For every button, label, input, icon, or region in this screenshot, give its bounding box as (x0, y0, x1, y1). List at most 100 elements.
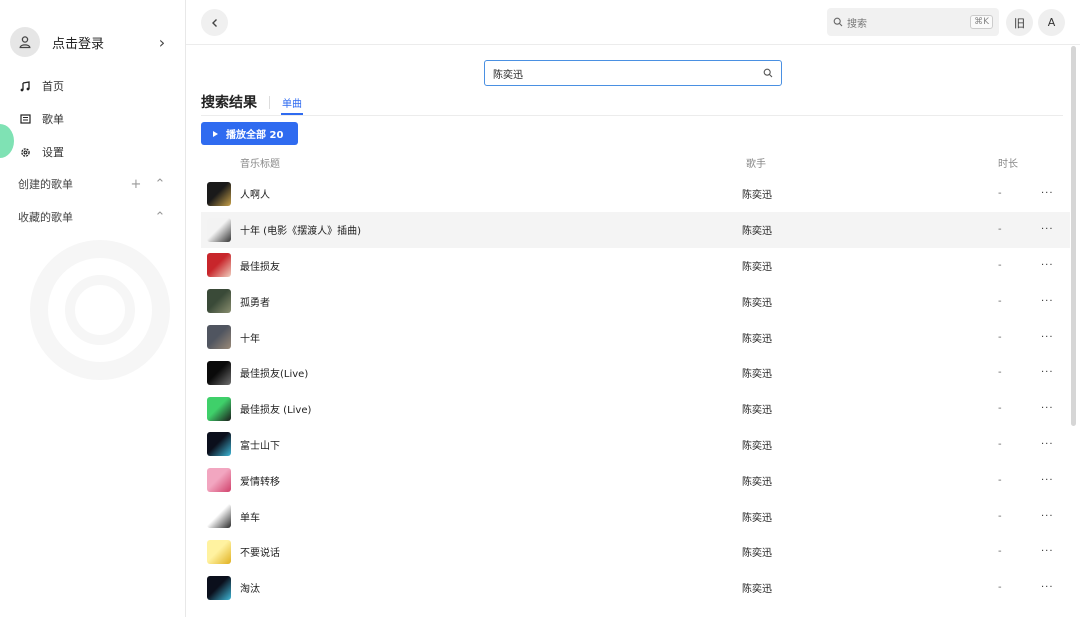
created-playlists-header[interactable]: 创建的歌单 + ⌃ (18, 175, 168, 193)
song-row[interactable]: 淘汰 陈奕迅 - ··· (201, 570, 1070, 606)
song-title[interactable]: 孤勇者 (240, 294, 270, 309)
song-title[interactable]: 最佳损友(Live) (240, 365, 308, 380)
song-artist[interactable]: 陈奕迅 (742, 365, 772, 380)
list-icon (18, 112, 32, 126)
album-cover[interactable] (207, 217, 231, 242)
song-duration: - (998, 331, 1002, 343)
play-all-button[interactable]: 播放全部 20 (201, 122, 298, 145)
more-options-icon[interactable]: ··· (1041, 296, 1054, 307)
song-duration: - (998, 295, 1002, 307)
old-version-button[interactable]: 旧 (1006, 9, 1033, 36)
song-duration: - (998, 474, 1002, 486)
top-search-field[interactable]: 搜索 ⌘K (827, 8, 999, 36)
song-row[interactable]: 最佳损友(Live) 陈奕迅 - ··· (201, 355, 1070, 391)
song-row[interactable]: 最佳损友 陈奕迅 - ··· (201, 248, 1070, 284)
album-cover[interactable] (207, 253, 231, 278)
column-header-artist: 歌手 (746, 159, 766, 170)
album-cover[interactable] (207, 181, 231, 206)
more-options-icon[interactable]: ··· (1041, 475, 1054, 486)
more-options-icon[interactable]: ··· (1041, 582, 1054, 593)
sidebar-item-home[interactable]: 首页 (18, 75, 178, 97)
song-row[interactable]: 十年 陈奕迅 - ··· (201, 319, 1070, 355)
sidebar-item-playlists[interactable]: 歌单 (18, 108, 178, 130)
song-title[interactable]: 淘汰 (240, 580, 260, 595)
song-title[interactable]: 不要说话 (240, 544, 280, 559)
song-title[interactable]: 最佳损友 (Live) (240, 401, 311, 416)
song-artist[interactable]: 陈奕迅 (742, 401, 772, 416)
more-options-icon[interactable]: ··· (1041, 332, 1054, 343)
more-options-icon[interactable]: ··· (1041, 260, 1054, 271)
song-artist[interactable]: 陈奕迅 (742, 294, 772, 309)
song-artist[interactable]: 陈奕迅 (742, 473, 772, 488)
song-row[interactable]: 十年 (电影《摆渡人》插曲) 陈奕迅 - ··· (201, 211, 1070, 248)
song-row[interactable]: 单车 陈奕迅 - ··· (201, 498, 1070, 534)
more-options-icon[interactable]: ··· (1041, 439, 1054, 450)
song-duration: - (998, 224, 1002, 236)
song-title[interactable]: 十年 (电影《摆渡人》插曲) (240, 222, 361, 237)
album-cover[interactable] (207, 325, 231, 350)
album-cover[interactable] (207, 504, 231, 529)
main-search-field[interactable] (484, 60, 782, 86)
song-duration: - (998, 403, 1002, 415)
album-cover[interactable] (207, 289, 231, 314)
search-icon[interactable] (763, 68, 773, 78)
music-note-icon (18, 79, 32, 93)
song-artist[interactable]: 陈奕迅 (742, 544, 772, 559)
song-row[interactable]: 爱情转移 陈奕迅 - ··· (201, 462, 1070, 498)
sidebar-item-settings[interactable]: 设置 (18, 141, 178, 163)
tab-single[interactable]: 单曲 (282, 95, 302, 110)
song-artist[interactable]: 陈奕迅 (742, 330, 772, 345)
song-title[interactable]: 最佳损友 (240, 258, 280, 273)
divider (201, 115, 1063, 116)
more-options-icon[interactable]: ··· (1041, 224, 1054, 235)
shortcut-badge: ⌘K (970, 15, 993, 29)
song-title[interactable]: 单车 (240, 509, 260, 524)
scrollbar[interactable] (1071, 46, 1076, 426)
song-duration: - (998, 188, 1002, 200)
more-options-icon[interactable]: ··· (1041, 188, 1054, 199)
song-title[interactable]: 爱情转移 (240, 473, 280, 488)
song-artist[interactable]: 陈奕迅 (742, 580, 772, 595)
back-button[interactable] (201, 9, 228, 36)
login-row[interactable]: 点击登录 › (10, 27, 170, 57)
plus-icon[interactable]: + (128, 177, 144, 192)
more-options-icon[interactable]: ··· (1041, 367, 1054, 378)
album-cover[interactable] (207, 575, 231, 600)
more-options-icon[interactable]: ··· (1041, 546, 1054, 557)
song-row[interactable]: 人啊人 陈奕迅 - ··· (201, 176, 1070, 212)
collected-playlists-header[interactable]: 收藏的歌单 ⌃ (18, 208, 168, 226)
chevron-up-icon[interactable]: ⌃ (152, 177, 168, 192)
floating-green-button[interactable] (0, 124, 14, 158)
more-options-icon[interactable]: ··· (1041, 511, 1054, 522)
song-artist[interactable]: 陈奕迅 (742, 222, 772, 237)
song-title[interactable]: 富士山下 (240, 437, 280, 452)
song-row[interactable]: 孤勇者 陈奕迅 - ··· (201, 283, 1070, 319)
song-artist[interactable]: 陈奕迅 (742, 258, 772, 273)
song-artist[interactable]: 陈奕迅 (742, 186, 772, 201)
song-artist[interactable]: 陈奕迅 (742, 509, 772, 524)
section-label: 创建的歌单 (18, 178, 73, 191)
background-decoration (65, 275, 135, 345)
song-row[interactable]: 最佳损友 (Live) 陈奕迅 - ··· (201, 391, 1070, 427)
chevron-right-icon[interactable]: › (154, 33, 170, 52)
sidebar: 点击登录 › 首页 歌单 设置 创建的歌单 + ⌃ 收藏的歌单 ⌃ (0, 0, 186, 617)
song-duration: - (998, 438, 1002, 450)
song-row[interactable]: 不要说话 陈奕迅 - ··· (201, 534, 1070, 570)
song-title[interactable]: 人啊人 (240, 186, 270, 201)
login-label[interactable]: 点击登录 (52, 33, 154, 52)
album-cover[interactable] (207, 539, 231, 564)
song-title[interactable]: 十年 (240, 330, 260, 345)
album-cover[interactable] (207, 468, 231, 493)
gear-icon (18, 145, 32, 159)
song-row[interactable]: 富士山下 陈奕迅 - ··· (201, 427, 1070, 463)
chevron-up-icon[interactable]: ⌃ (152, 210, 168, 225)
album-cover[interactable] (207, 360, 231, 385)
account-button[interactable]: A (1038, 9, 1065, 36)
album-cover[interactable] (207, 396, 231, 421)
album-cover[interactable] (207, 432, 231, 457)
search-input[interactable] (493, 67, 763, 79)
tab-active-indicator (281, 113, 303, 115)
song-artist[interactable]: 陈奕迅 (742, 437, 772, 452)
more-options-icon[interactable]: ··· (1041, 403, 1054, 414)
avatar[interactable] (10, 27, 40, 57)
